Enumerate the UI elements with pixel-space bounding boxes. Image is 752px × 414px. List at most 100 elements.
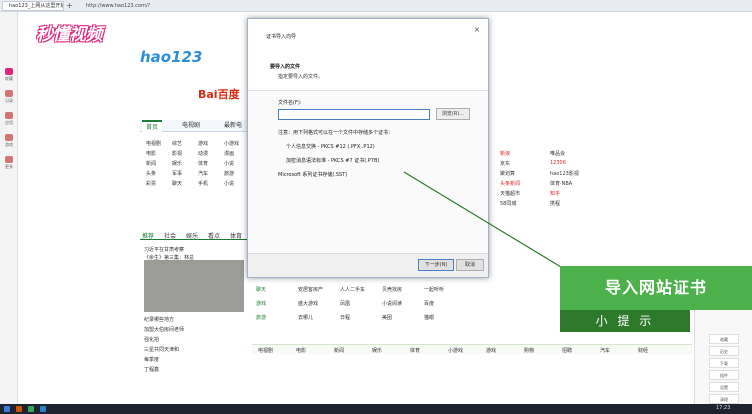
bottom-nav-item[interactable]: 娱乐 — [372, 347, 382, 354]
news-item[interactable]: 纪录哪些地方 — [144, 316, 174, 323]
quick-link[interactable]: 漫画 — [224, 150, 234, 157]
sidebar-item-label: 更多 — [5, 164, 13, 169]
quick-link[interactable]: 新闻 — [146, 160, 156, 167]
browser-icon[interactable] — [40, 406, 46, 412]
grid-link[interactable]: 猫眼 — [424, 314, 434, 321]
title-banner: 导入网站证书 — [560, 266, 752, 310]
browse-button[interactable]: 浏览(R)... — [436, 108, 470, 120]
format-note: 注意：用下列格式可以在一个文件中存储多个证书： — [278, 130, 394, 136]
news-item[interactable]: 每季度 — [144, 356, 159, 363]
news-item[interactable]: 加盟大伯房间老师 — [144, 326, 184, 333]
quick-link[interactable]: 体育 — [198, 160, 208, 167]
site-link[interactable]: 京东 — [500, 160, 510, 167]
right-panel-button[interactable]: 清理 — [709, 394, 739, 404]
grid-link[interactable]: 贝壳找房 — [382, 286, 402, 293]
bottom-nav-item[interactable]: 小游戏 — [448, 347, 463, 354]
grid-link[interactable]: 聊天 — [256, 286, 266, 293]
quick-link[interactable]: 聊天 — [172, 180, 182, 187]
bottom-nav-item[interactable]: 游戏 — [486, 347, 496, 354]
news-item[interactable]: 三星共同天津和 — [144, 346, 179, 353]
sidebar-item[interactable]: 记录 — [0, 88, 18, 104]
quick-link[interactable]: 旅游 — [224, 170, 234, 177]
quick-link[interactable]: 手机 — [198, 180, 208, 187]
watermark-logo: 秒懂视频 — [36, 25, 103, 45]
grid-link[interactable]: 一起听听 — [424, 286, 444, 293]
tab-home[interactable]: 首页 — [142, 120, 163, 132]
grid-link[interactable]: 安居客房产 — [298, 286, 323, 293]
news-tab[interactable]: 看点 — [208, 231, 220, 240]
browser-tab[interactable]: hao123_上网从这里开始 — [2, 1, 64, 11]
tab-movies[interactable]: 最新电 — [220, 120, 246, 132]
grid-link[interactable]: 去哪儿 — [298, 314, 313, 321]
quick-link[interactable]: 头条 — [146, 170, 156, 177]
format-sst: Microsoft 系列证书存储(.SST) — [278, 172, 348, 178]
sidebar-icon — [5, 156, 13, 163]
close-icon[interactable]: × — [472, 25, 482, 35]
app-icon[interactable] — [28, 406, 34, 412]
right-panel-button[interactable]: 收藏 — [709, 334, 739, 344]
grid-link[interactable]: 人人二手车 — [340, 286, 365, 293]
quick-link[interactable]: 小说 — [224, 180, 234, 187]
news-tab[interactable]: 娱乐 — [186, 231, 198, 240]
grid-link[interactable]: 百度 — [424, 300, 434, 307]
news-tab[interactable]: 社会 — [164, 231, 176, 240]
bottom-nav-item[interactable]: 招聘 — [562, 347, 572, 354]
quick-link[interactable]: 综艺 — [172, 140, 182, 147]
news-item[interactable]: 习近平在甘肃考察 — [144, 246, 184, 253]
quick-link[interactable]: 彩票 — [146, 180, 156, 187]
news-tab[interactable]: 体育 — [230, 231, 242, 240]
file-name-input[interactable] — [278, 109, 430, 120]
site-link[interactable]: 新浪 — [500, 150, 510, 157]
site-link[interactable]: 唯品会 — [550, 150, 565, 157]
quick-link[interactable]: 电影 — [146, 150, 156, 157]
quick-link[interactable]: 小游戏 — [224, 140, 239, 147]
grid-link[interactable]: 旅游 — [256, 314, 266, 321]
sidebar-icon — [5, 90, 13, 97]
quick-link[interactable]: 娱乐 — [172, 160, 182, 167]
bottom-nav-item[interactable]: 新闻 — [334, 347, 344, 354]
grid-link[interactable]: 盛大游戏 — [298, 300, 318, 307]
sidebar-item-label: 收藏 — [5, 76, 13, 81]
quick-link[interactable]: 影视 — [172, 150, 182, 157]
right-panel-button[interactable]: 设置 — [709, 382, 739, 392]
sidebar-item[interactable]: 更多 — [0, 154, 18, 170]
bottom-nav-item[interactable]: 电视剧 — [258, 347, 273, 354]
right-panel-button[interactable]: 下载 — [709, 358, 739, 368]
step-subtitle: 指定要导入的文件。 — [278, 74, 324, 80]
tab-tv[interactable]: 电视剧 — [178, 120, 204, 132]
quick-link[interactable]: 军事 — [172, 170, 182, 177]
grid-link[interactable]: 日程 — [340, 314, 350, 321]
quick-link[interactable]: 汽车 — [198, 170, 208, 177]
grid-link[interactable]: 小说阅读 — [382, 300, 402, 307]
news-item[interactable]: 丁程鑫 — [144, 366, 159, 373]
sidebar-icon — [5, 68, 13, 75]
bottom-nav-item[interactable]: 购物 — [524, 347, 534, 354]
bottom-nav-item[interactable]: 汽车 — [600, 347, 610, 354]
right-panel-button[interactable]: 历史 — [709, 346, 739, 356]
baidu-logo[interactable]: Bai百度 — [198, 86, 248, 101]
start-icon[interactable] — [4, 406, 10, 412]
news-item[interactable]: 强化拍 — [144, 336, 159, 343]
quick-link[interactable]: 动漫 — [198, 150, 208, 157]
bottom-nav-item[interactable]: 体育 — [410, 347, 420, 354]
bottom-nav-item[interactable]: 财经 — [638, 347, 648, 354]
sidebar-item[interactable]: 游戏 — [0, 132, 18, 148]
site-link[interactable]: 12306 — [550, 160, 566, 166]
quick-link[interactable]: 游戏 — [198, 140, 208, 147]
address-bar[interactable]: http://www.hao123.com/? — [86, 1, 166, 11]
bottom-nav-item[interactable]: 电影 — [296, 347, 306, 354]
app-icon[interactable] — [16, 406, 22, 412]
new-tab-button[interactable]: + — [66, 1, 76, 11]
quick-link[interactable]: 小说 — [224, 160, 234, 167]
news-thumbnail[interactable] — [144, 260, 244, 312]
grid-link[interactable]: 游戏 — [256, 300, 266, 307]
quick-link[interactable]: 电视剧 — [146, 140, 161, 147]
sidebar-item[interactable]: 收藏 — [0, 66, 18, 82]
sidebar-item-label: 游戏 — [5, 142, 13, 147]
right-panel-button[interactable]: 插件 — [709, 370, 739, 380]
news-tab[interactable]: 推荐 — [142, 231, 154, 240]
grid-link[interactable]: 美团 — [382, 314, 392, 321]
grid-link[interactable]: 凤凰 — [340, 300, 350, 307]
sidebar-item[interactable]: 应用 — [0, 110, 18, 126]
hao123-logo[interactable]: hao123 — [140, 48, 202, 66]
